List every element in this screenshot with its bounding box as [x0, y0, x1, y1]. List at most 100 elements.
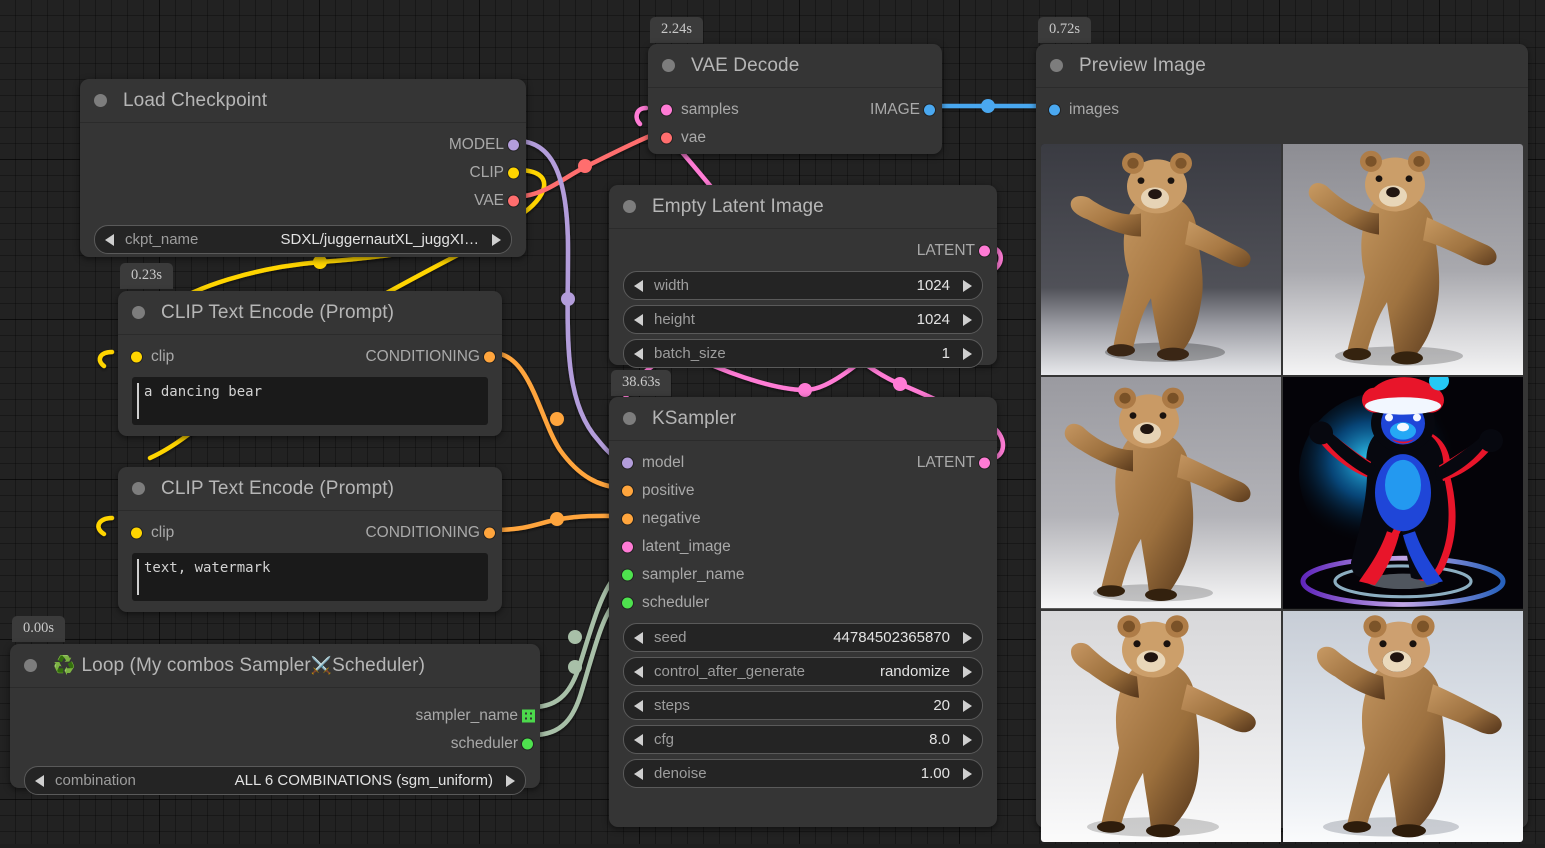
- node-title-loop[interactable]: ♻️ Loop (My combos Sampler ⚔️ Scheduler): [10, 644, 540, 688]
- input-dot-images[interactable]: [1049, 105, 1060, 116]
- prev-arrow-icon[interactable]: [634, 700, 643, 712]
- preview-image-cell-5[interactable]: [1041, 611, 1281, 842]
- port-row-clip-negative[interactable]: clip CONDITIONING: [118, 519, 502, 547]
- node-title-clip-negative[interactable]: CLIP Text Encode (Prompt): [118, 467, 502, 511]
- output-port-sampler-name[interactable]: sampler_name: [10, 702, 540, 730]
- text-input-positive-prompt[interactable]: a dancing bear: [132, 377, 488, 425]
- collapse-dot-icon[interactable]: [623, 412, 636, 425]
- next-arrow-icon[interactable]: [963, 768, 972, 780]
- prev-arrow-icon[interactable]: [634, 666, 643, 678]
- widget-value-control-after-generate[interactable]: randomize: [880, 663, 950, 680]
- node-preview-image[interactable]: Preview Image images: [1036, 44, 1528, 828]
- next-arrow-icon[interactable]: [963, 314, 972, 326]
- port-row-clip-positive[interactable]: clip CONDITIONING: [118, 343, 502, 371]
- preview-image-cell-4-neon[interactable]: [1283, 377, 1523, 608]
- port-row-scheduler[interactable]: scheduler: [609, 589, 997, 617]
- widget-batch-size[interactable]: batch_size 1: [623, 339, 983, 368]
- preview-image-cell-6[interactable]: [1283, 611, 1523, 842]
- node-title-clip-positive[interactable]: CLIP Text Encode (Prompt): [118, 291, 502, 335]
- widget-value-width[interactable]: 1024: [917, 277, 950, 294]
- node-load-checkpoint[interactable]: Load Checkpoint MODEL CLIP VAE ckpt_name…: [80, 79, 526, 257]
- node-title-preview-image[interactable]: Preview Image: [1036, 44, 1528, 88]
- node-clip-text-encode-negative[interactable]: CLIP Text Encode (Prompt) clip CONDITION…: [118, 467, 502, 612]
- preview-image-cell-1[interactable]: [1041, 144, 1281, 375]
- node-empty-latent-image[interactable]: Empty Latent Image LATENT width 1024 hei…: [609, 185, 997, 365]
- output-grid-icon-sampler-name[interactable]: [522, 710, 535, 723]
- widget-denoise[interactable]: denoise 1.00: [623, 759, 983, 788]
- output-dot-image[interactable]: [924, 105, 935, 116]
- prev-arrow-icon[interactable]: [634, 632, 643, 644]
- widget-cfg[interactable]: cfg 8.0: [623, 725, 983, 754]
- node-ksampler[interactable]: KSampler model LATENT positive negative …: [609, 397, 997, 827]
- next-arrow-icon[interactable]: [963, 734, 972, 746]
- widget-control-after-generate[interactable]: control_after_generate randomize: [623, 657, 983, 686]
- port-row-model[interactable]: model LATENT: [609, 449, 997, 477]
- output-dot-vae[interactable]: [508, 196, 519, 207]
- widget-steps[interactable]: steps 20: [623, 691, 983, 720]
- output-dot-scheduler[interactable]: [522, 739, 533, 750]
- text-input-negative-prompt[interactable]: text, watermark: [132, 553, 488, 601]
- output-port-scheduler[interactable]: scheduler: [10, 730, 540, 758]
- node-title-vae-decode[interactable]: VAE Decode: [648, 44, 942, 88]
- output-dot-latent[interactable]: [979, 246, 990, 257]
- output-dot-conditioning[interactable]: [484, 528, 495, 539]
- port-row-latent-image[interactable]: latent_image: [609, 533, 997, 561]
- node-title-empty-latent[interactable]: Empty Latent Image: [609, 185, 997, 229]
- port-row-negative[interactable]: negative: [609, 505, 997, 533]
- collapse-dot-icon[interactable]: [132, 482, 145, 495]
- input-dot-model[interactable]: [622, 458, 633, 469]
- input-dot-clip[interactable]: [131, 352, 142, 363]
- node-clip-text-encode-positive[interactable]: CLIP Text Encode (Prompt) clip CONDITION…: [118, 291, 502, 436]
- widget-value-denoise[interactable]: 1.00: [921, 765, 950, 782]
- preview-image-grid[interactable]: [1041, 144, 1523, 842]
- prev-arrow-icon[interactable]: [35, 775, 44, 787]
- collapse-dot-icon[interactable]: [132, 306, 145, 319]
- widget-value-batch-size[interactable]: 1: [942, 345, 950, 362]
- collapse-dot-icon[interactable]: [24, 659, 37, 672]
- port-row-samples[interactable]: samples IMAGE: [648, 96, 942, 124]
- widget-value-seed[interactable]: 44784502365870: [833, 629, 950, 646]
- next-arrow-icon[interactable]: [506, 775, 515, 787]
- output-port-latent[interactable]: LATENT: [609, 237, 997, 265]
- input-dot-vae[interactable]: [661, 133, 672, 144]
- prev-arrow-icon[interactable]: [634, 768, 643, 780]
- node-title-ksampler[interactable]: KSampler: [609, 397, 997, 441]
- input-dot-sampler-name[interactable]: [622, 570, 633, 581]
- input-dot-scheduler[interactable]: [622, 598, 633, 609]
- next-arrow-icon[interactable]: [963, 632, 972, 644]
- widget-value-ckpt-name[interactable]: SDXL/juggernautXL_juggXI…: [281, 231, 479, 248]
- node-loop-combos[interactable]: ♻️ Loop (My combos Sampler ⚔️ Scheduler)…: [10, 644, 540, 788]
- widget-ckpt-name[interactable]: ckpt_name SDXL/juggernautXL_juggXI…: [94, 225, 512, 254]
- widget-seed[interactable]: seed 44784502365870: [623, 623, 983, 652]
- output-dot-latent[interactable]: [979, 458, 990, 469]
- input-dot-clip[interactable]: [131, 528, 142, 539]
- input-dot-positive[interactable]: [622, 486, 633, 497]
- widget-combination[interactable]: combination ALL 6 COMBINATIONS (sgm_unif…: [24, 766, 526, 795]
- prev-arrow-icon[interactable]: [634, 734, 643, 746]
- widget-height[interactable]: height 1024: [623, 305, 983, 334]
- next-arrow-icon[interactable]: [963, 280, 972, 292]
- output-dot-conditioning[interactable]: [484, 352, 495, 363]
- output-port-vae[interactable]: VAE: [80, 187, 526, 215]
- input-dot-latent-image[interactable]: [622, 542, 633, 553]
- next-arrow-icon[interactable]: [492, 234, 501, 246]
- prev-arrow-icon[interactable]: [105, 234, 114, 246]
- widget-value-steps[interactable]: 20: [933, 697, 950, 714]
- widget-value-cfg[interactable]: 8.0: [929, 731, 950, 748]
- widget-value-height[interactable]: 1024: [917, 311, 950, 328]
- output-dot-model[interactable]: [508, 140, 519, 151]
- collapse-dot-icon[interactable]: [623, 200, 636, 213]
- node-title-load-checkpoint[interactable]: Load Checkpoint: [80, 79, 526, 123]
- preview-image-cell-3[interactable]: [1041, 377, 1281, 608]
- collapse-dot-icon[interactable]: [94, 94, 107, 107]
- next-arrow-icon[interactable]: [963, 700, 972, 712]
- input-dot-negative[interactable]: [622, 514, 633, 525]
- node-vae-decode[interactable]: VAE Decode samples IMAGE vae: [648, 44, 942, 154]
- prev-arrow-icon[interactable]: [634, 314, 643, 326]
- port-row-vae[interactable]: vae: [648, 124, 942, 152]
- collapse-dot-icon[interactable]: [662, 59, 675, 72]
- port-row-sampler-name[interactable]: sampler_name: [609, 561, 997, 589]
- prev-arrow-icon[interactable]: [634, 348, 643, 360]
- prev-arrow-icon[interactable]: [634, 280, 643, 292]
- next-arrow-icon[interactable]: [963, 348, 972, 360]
